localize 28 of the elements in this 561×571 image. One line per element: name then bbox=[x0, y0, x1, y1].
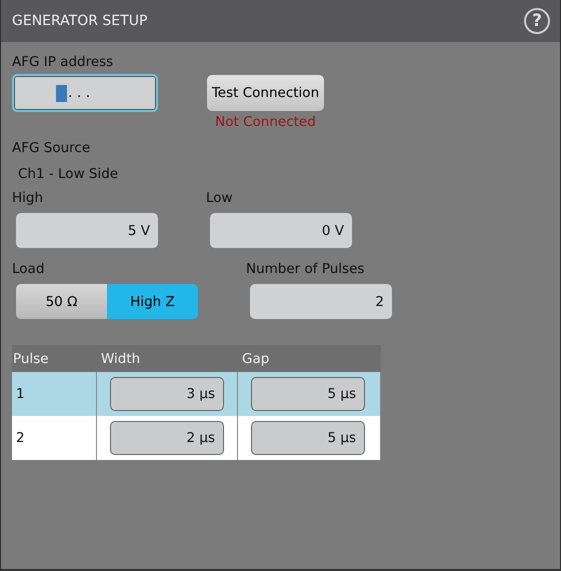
column-header: Gap bbox=[241, 350, 270, 366]
table-cell: 2 bbox=[16, 430, 25, 446]
table-row[interactable]: 2 2 µs 5 µs bbox=[12, 416, 381, 460]
gap-field[interactable]: 5 µs bbox=[251, 421, 365, 455]
low-field[interactable]: 0 V bbox=[210, 213, 352, 248]
column-header: Width bbox=[100, 350, 142, 366]
field-label: AFG Source bbox=[12, 140, 92, 158]
load-option[interactable]: 50 Ω bbox=[16, 284, 107, 319]
table-cell: 1 bbox=[16, 386, 25, 402]
field-label: Low bbox=[206, 190, 234, 208]
field-label: Number of Pulses bbox=[246, 261, 366, 279]
high-field[interactable]: 5 V bbox=[16, 213, 158, 248]
source-value: Ch1 - Low Side bbox=[18, 166, 120, 182]
field-label: Load bbox=[12, 261, 46, 279]
field-label: High bbox=[12, 190, 44, 208]
field-label: AFG IP address bbox=[12, 54, 114, 72]
ip-address-field[interactable]: . . . bbox=[12, 74, 158, 112]
width-field[interactable]: 2 µs bbox=[110, 421, 224, 455]
table-row[interactable]: 1 3 µs 5 µs bbox=[12, 372, 381, 416]
width-field[interactable]: 3 µs bbox=[110, 377, 224, 411]
test-connection-button[interactable]: Test Connection bbox=[207, 75, 324, 111]
window-title: GENERATOR SETUP bbox=[12, 13, 148, 29]
column-header: Pulse bbox=[12, 350, 50, 366]
pulses-field[interactable]: 2 bbox=[250, 284, 392, 319]
help-icon[interactable]: ? bbox=[524, 8, 550, 34]
connection-status: Not Connected bbox=[215, 114, 316, 130]
gap-field[interactable]: 5 µs bbox=[251, 377, 365, 411]
load-option[interactable]: High Z bbox=[107, 284, 198, 319]
